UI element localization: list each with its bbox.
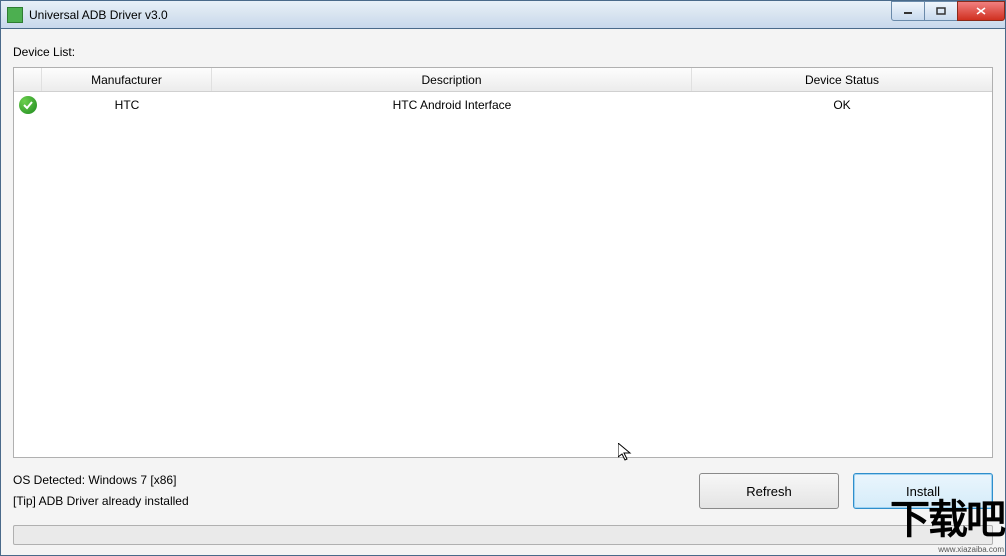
minimize-button[interactable] (891, 1, 925, 21)
titlebar[interactable]: Universal ADB Driver v3.0 (0, 0, 1006, 29)
column-icon-header (14, 68, 42, 91)
table-row[interactable]: HTC HTC Android Interface OK (14, 92, 992, 118)
progress-bar (13, 525, 993, 545)
row-description: HTC Android Interface (212, 98, 692, 112)
column-status-header[interactable]: Device Status (692, 68, 992, 91)
device-grid[interactable]: Manufacturer Description Device Status H… (13, 67, 993, 458)
tip-prefix: [Tip] (13, 494, 39, 508)
maximize-button[interactable] (924, 1, 958, 21)
device-list-label: Device List: (13, 45, 993, 59)
close-button[interactable] (957, 1, 1005, 21)
footer-area: OS Detected: Windows 7 [x86] [Tip] ADB D… (13, 470, 993, 513)
window-title: Universal ADB Driver v3.0 (29, 8, 168, 22)
column-description-header[interactable]: Description (212, 68, 692, 91)
client-area: Device List: Manufacturer Description De… (0, 29, 1006, 556)
tip-line: [Tip] ADB Driver already installed (13, 491, 189, 513)
row-status-icon-cell (14, 96, 42, 114)
grid-header: Manufacturer Description Device Status (14, 68, 992, 92)
footer-info: OS Detected: Windows 7 [x86] [Tip] ADB D… (13, 470, 189, 513)
app-icon (7, 7, 23, 23)
os-detected-prefix: OS Detected: (13, 473, 88, 487)
check-icon (19, 96, 37, 114)
footer-buttons: Refresh Install (699, 473, 993, 509)
column-manufacturer-header[interactable]: Manufacturer (42, 68, 212, 91)
os-detected-value: Windows 7 [x86] (88, 473, 176, 487)
window-controls (892, 1, 1005, 21)
install-button[interactable]: Install (853, 473, 993, 509)
os-detected-line: OS Detected: Windows 7 [x86] (13, 470, 189, 492)
row-manufacturer: HTC (42, 98, 212, 112)
refresh-button[interactable]: Refresh (699, 473, 839, 509)
tip-text: ADB Driver already installed (39, 494, 189, 508)
row-status: OK (692, 98, 992, 112)
